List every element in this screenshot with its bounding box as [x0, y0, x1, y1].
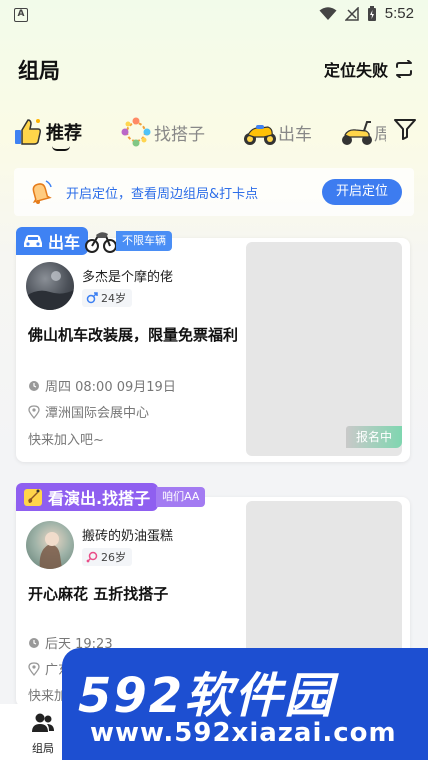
app-notification-icon: A — [14, 8, 28, 22]
nav-item-label: 组局 — [32, 742, 54, 755]
event-title: 开心麻花 五折找搭子 — [28, 585, 169, 603]
refresh-icon — [396, 60, 412, 78]
car-icon — [24, 235, 42, 247]
people-icon — [32, 713, 54, 732]
guitar-icon — [24, 489, 42, 506]
card-tag: 看演出.找搭子 咱们AA — [16, 483, 206, 511]
tab-label: 出车 — [278, 124, 312, 145]
battery-icon — [367, 5, 376, 21]
event-time: 周四 08:00 09月19日 — [28, 376, 176, 395]
watermark-url: www.592xiazai.com — [90, 718, 397, 748]
active-tab-indicator — [52, 146, 70, 151]
category-tag: 看演出.找搭子 — [16, 483, 159, 511]
watermark-logo: 592软件园 www.592xiazai.com — [62, 648, 428, 760]
tab-nearby[interactable]: 周 — [340, 108, 386, 156]
tab-label: 周 — [374, 124, 386, 145]
tab-recommend[interactable]: 推荐 — [10, 108, 82, 156]
clock: 5:52 — [384, 5, 414, 22]
no-signal-icon — [344, 6, 359, 21]
filter-icon[interactable] — [392, 116, 418, 142]
user-name: 多杰是个摩的佬 — [82, 270, 174, 285]
tab-ride[interactable]: 出车 — [242, 108, 312, 156]
status-icons: 5:52 — [319, 5, 414, 22]
subtag: 咱们AA — [156, 487, 206, 507]
female-icon — [86, 551, 98, 563]
tab-label: 推荐 — [46, 123, 82, 144]
people-circle-icon — [118, 114, 154, 150]
page-title: 组局 — [18, 59, 60, 83]
status-badge: 报名中 — [346, 426, 402, 448]
avatar[interactable] — [26, 262, 74, 310]
motorcycle-sticker-icon — [85, 232, 118, 253]
avatar-image — [39, 532, 62, 569]
status-bar: A 5:52 — [0, 0, 428, 32]
clock-icon — [29, 380, 39, 391]
user-name: 搬砖的奶油蛋糕 — [82, 529, 174, 544]
nav-item-groups[interactable]: 组局 — [18, 712, 68, 756]
event-location: 潭洲国际会展中心 — [28, 402, 149, 421]
card-tag: 出车 不限车辆 — [16, 227, 173, 255]
banner-text: 开启定位，查看周边组局&打卡点 — [66, 186, 259, 202]
category-tag: 出车 — [16, 227, 89, 255]
category-tag-label: 出车 — [48, 233, 81, 252]
location-pin-icon — [28, 404, 40, 419]
thumbs-up-icon — [10, 114, 46, 150]
event-time-label: 周四 08:00 09月19日 — [45, 380, 176, 395]
event-card[interactable]: 多杰是个摩的佬 24岁 佛山机车改装展，限量免票福利 周四 08:00 09月1… — [16, 238, 410, 462]
watermark-title: 592软件园 — [78, 668, 335, 724]
scooter-icon — [340, 114, 374, 150]
user-age-badge: 24岁 — [82, 289, 132, 307]
category-tag-label: 看演出.找搭子 — [48, 489, 151, 508]
age-label: 26岁 — [101, 551, 126, 564]
tab-label: 找搭子 — [154, 124, 205, 145]
tab-find-partner[interactable]: 找搭子 — [118, 108, 205, 156]
avatar-image — [26, 271, 74, 310]
event-image[interactable] — [246, 242, 402, 456]
bell-icon — [32, 180, 52, 204]
enable-location-button[interactable]: 开启定位 — [322, 179, 402, 205]
clock-icon — [29, 637, 39, 648]
location-status-label: 定位失败 — [323, 61, 388, 80]
subtag: 不限车辆 — [116, 231, 173, 251]
age-label: 24岁 — [101, 292, 126, 305]
event-note: 快来加入吧~ — [28, 429, 104, 448]
location-pin-icon — [28, 661, 40, 676]
location-status-button[interactable]: 定位失败 — [324, 57, 414, 81]
event-title: 佛山机车改装展，限量免票福利 — [28, 326, 239, 344]
location-banner: 开启定位，查看周边组局&打卡点 开启定位 — [14, 168, 414, 216]
wifi-icon — [319, 6, 337, 20]
user-age-badge: 26岁 — [82, 548, 132, 566]
event-location-label: 潭洲国际会展中心 — [45, 406, 150, 421]
event-note-label: 快来加入吧~ — [28, 433, 104, 448]
motorcycle-icon — [242, 114, 278, 150]
avatar[interactable] — [26, 521, 74, 569]
male-icon — [86, 292, 98, 304]
